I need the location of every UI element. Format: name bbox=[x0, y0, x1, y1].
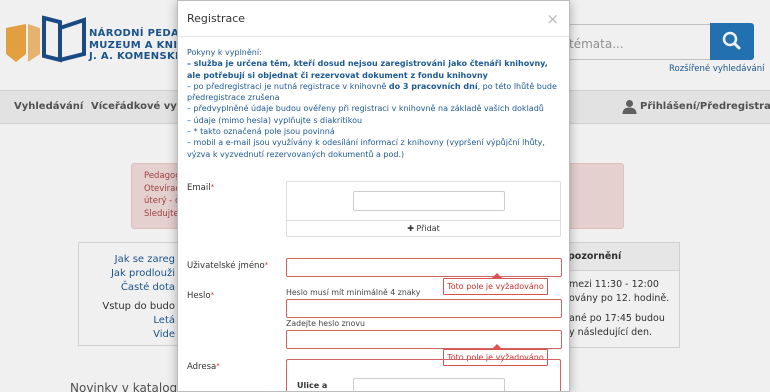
plus-icon: ✚ bbox=[407, 224, 414, 233]
password-label: Heslo* bbox=[187, 291, 215, 301]
email-label: Email* bbox=[187, 183, 215, 193]
add-email-button[interactable]: ✚ Přidat bbox=[287, 220, 560, 236]
street-label: Ulice a bbox=[297, 381, 328, 390]
address-label: Adresa* bbox=[187, 362, 220, 372]
password-hint: Heslo musí mít minimálně 4 znaky bbox=[286, 288, 421, 297]
registration-modal: Registrace × Pokyny k vyplnění: – služba… bbox=[177, 0, 570, 392]
email-field[interactable] bbox=[353, 191, 505, 211]
address-group: Ulice a bbox=[286, 359, 561, 391]
close-icon[interactable]: × bbox=[546, 10, 559, 28]
street-field[interactable] bbox=[353, 378, 505, 391]
instructions: Pokyny k vyplnění: – služba je určena tě… bbox=[187, 48, 557, 159]
password-field[interactable] bbox=[286, 299, 562, 318]
username-error: Toto pole je vyžadováno bbox=[443, 273, 548, 295]
modal-title: Registrace bbox=[187, 12, 246, 25]
password-repeat-field[interactable] bbox=[286, 330, 562, 349]
password-repeat-hint: Zadejte heslo znovu bbox=[286, 319, 365, 328]
modal-header: Registrace × bbox=[178, 1, 569, 37]
username-label: Uživatelské jméno* bbox=[187, 261, 269, 271]
username-field[interactable] bbox=[286, 258, 562, 277]
email-group: ✚ Přidat bbox=[286, 181, 561, 237]
